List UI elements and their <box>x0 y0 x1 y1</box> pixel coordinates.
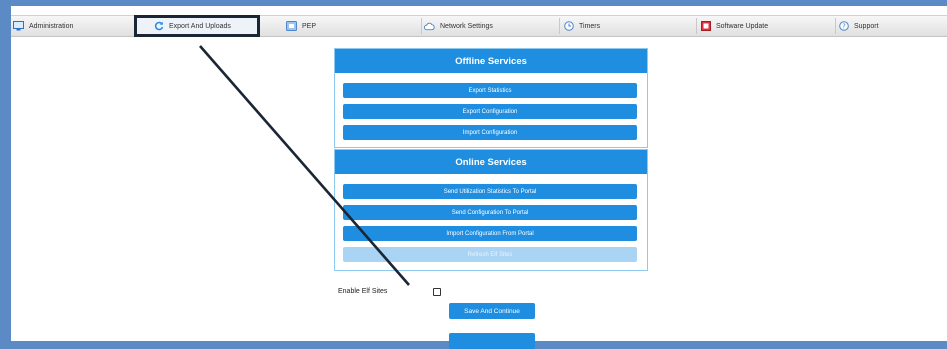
send-utilization-statistics-button[interactable]: Send Utilization Statistics To Portal <box>343 184 637 199</box>
tab-administration[interactable]: Administration <box>11 16 137 36</box>
tab-label: PEP <box>302 22 317 30</box>
tab-timers[interactable]: Timers <box>563 16 697 36</box>
send-configuration-button[interactable]: Send Configuration To Portal <box>343 205 637 220</box>
tab-label: Administration <box>29 22 74 30</box>
pep-box-icon <box>286 21 297 32</box>
export-statistics-button[interactable]: Export Statistics <box>343 83 637 98</box>
clock-icon <box>563 21 574 32</box>
tab-label: Network Settings <box>440 22 493 30</box>
tab-network-settings[interactable]: Network Settings <box>424 16 560 36</box>
export-configuration-button[interactable]: Export Configuration <box>343 104 637 119</box>
panel-title: Online Services <box>335 150 647 174</box>
refresh-elf-sites-button: Refresh Elf Sites <box>343 247 637 262</box>
online-services-panel: Online Services Send Utilization Statist… <box>334 149 648 271</box>
tab-label: Software Update <box>716 22 769 30</box>
tab-label: Timers <box>579 22 601 30</box>
import-configuration-button[interactable]: Import Configuration <box>343 125 637 140</box>
app-window: Administration Export And Uploads PEP Ne… <box>11 6 947 349</box>
cloud-icon <box>424 21 435 32</box>
tab-export-and-uploads[interactable]: Export And Uploads <box>134 15 260 37</box>
enable-elf-sites-label: Enable Elf Sites <box>338 288 388 295</box>
save-and-continue-button[interactable]: Save And Continue <box>449 303 535 319</box>
svg-text:?: ? <box>842 23 846 31</box>
tab-pep[interactable]: PEP <box>286 16 422 36</box>
update-icon <box>700 21 711 32</box>
panel-title: Offline Services <box>335 49 647 73</box>
monitor-icon <box>13 21 24 32</box>
secondary-action-button[interactable] <box>449 333 535 349</box>
help-icon: ? <box>838 21 849 32</box>
tab-software-update[interactable]: Software Update <box>700 16 836 36</box>
tab-support[interactable]: ? Support <box>838 16 947 36</box>
tab-label: Export And Uploads <box>169 22 231 30</box>
tab-label: Support <box>854 22 879 30</box>
tab-bar: Administration Export And Uploads PEP Ne… <box>11 15 947 37</box>
offline-services-panel: Offline Services Export Statistics Expor… <box>334 48 648 148</box>
refresh-icon <box>153 21 164 32</box>
enable-elf-sites-checkbox[interactable] <box>433 288 441 296</box>
import-configuration-from-portal-button[interactable]: Import Configuration From Portal <box>343 226 637 241</box>
